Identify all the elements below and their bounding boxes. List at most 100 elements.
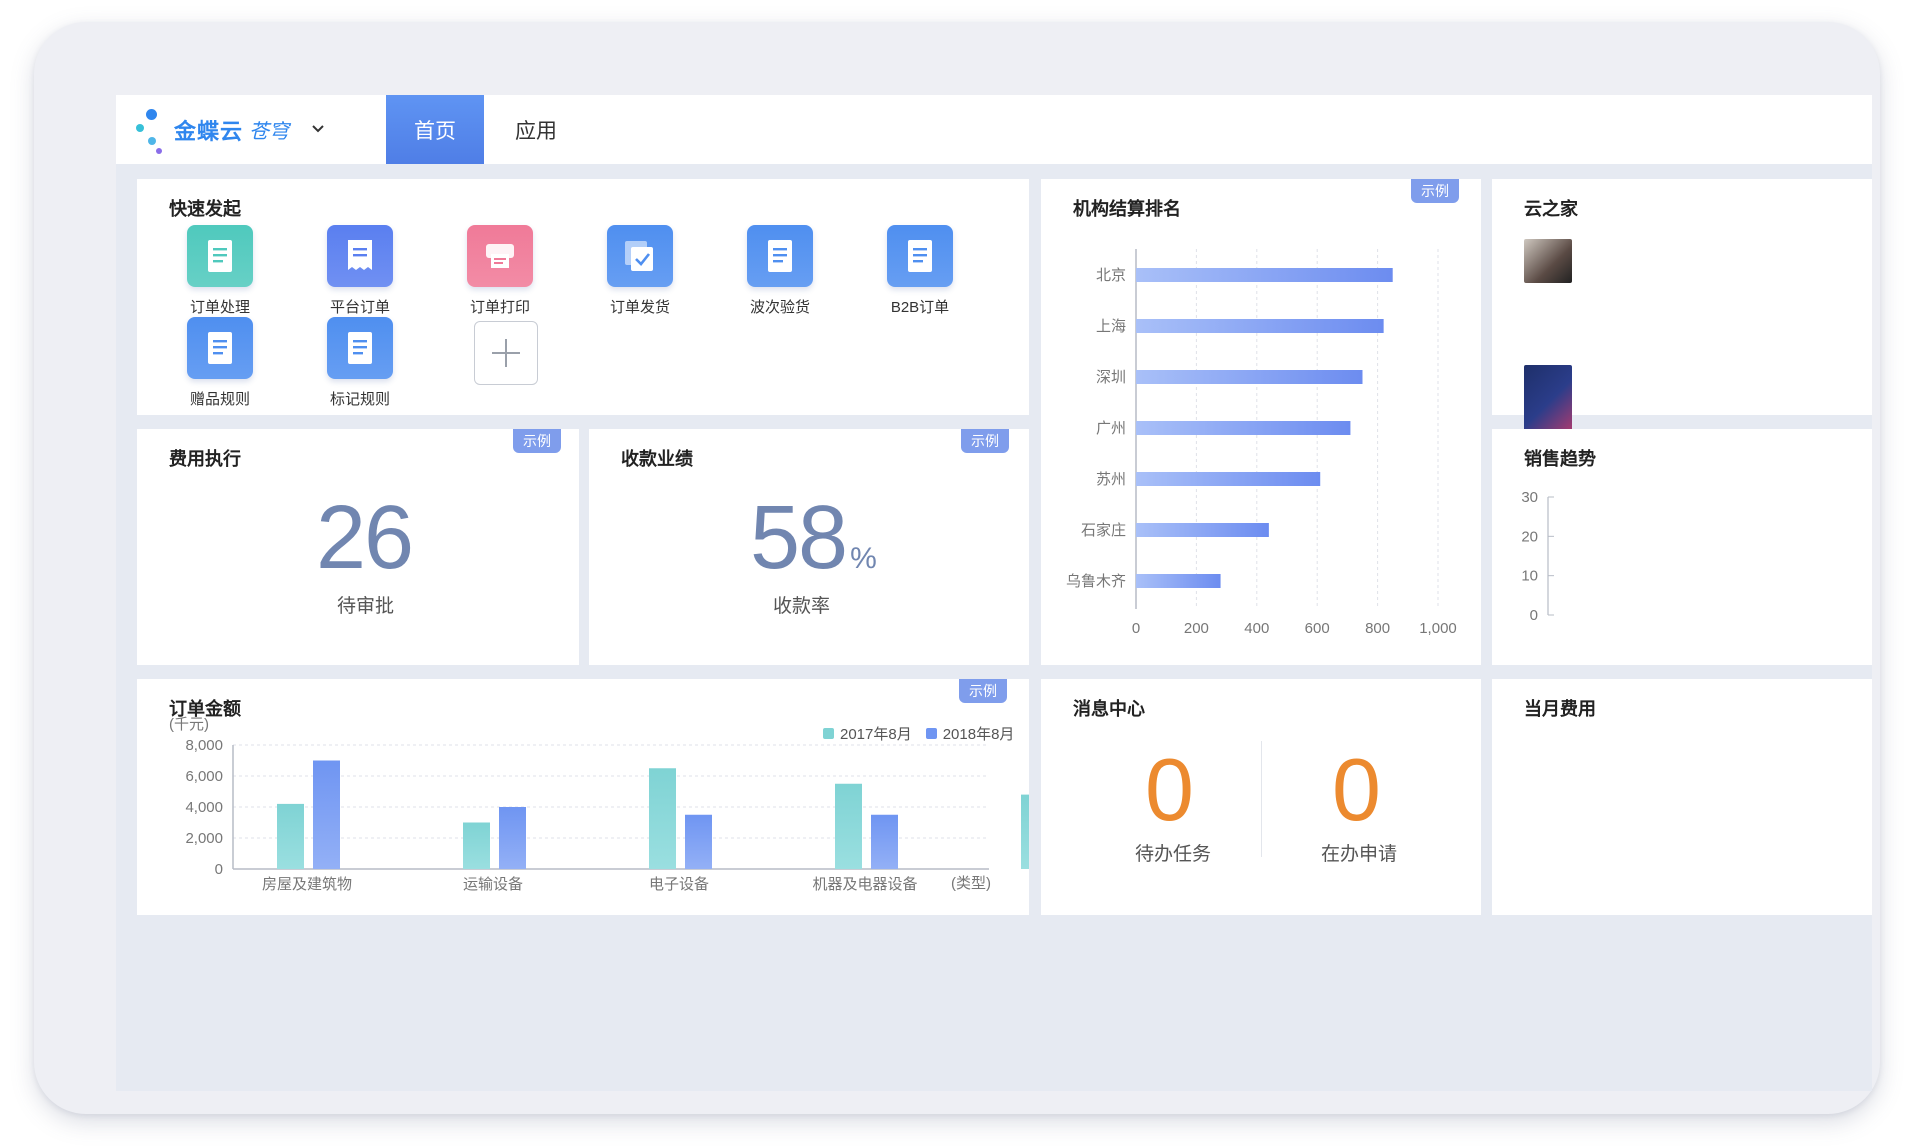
apply-label[interactable]: 在办申请 <box>1321 839 1397 866</box>
y-tick-label: 20 <box>1521 528 1538 545</box>
ranking-bar[interactable] <box>1136 370 1363 384</box>
x-category-label: 房屋及建筑物 <box>262 876 352 893</box>
y-tick-label: 30 <box>1521 489 1538 506</box>
sales-chart-axis: 30 20 10 0 <box>1521 489 1554 624</box>
x-category-label: 机器及电器设备 <box>812 876 917 893</box>
order-bar[interactable] <box>649 768 676 869</box>
ranking-bar[interactable] <box>1136 472 1321 486</box>
printer-icon <box>467 225 533 287</box>
message-center-card[interactable]: 消息中心 0 待办任务 0 在办申请 <box>1041 679 1481 915</box>
order-bar[interactable] <box>313 760 340 870</box>
category-label: 广州 <box>1096 420 1126 437</box>
shortcut-item[interactable]: 订单打印 <box>445 225 555 317</box>
y-tick-label: 6,000 <box>185 768 223 785</box>
sample-badge: 示例 <box>513 429 561 453</box>
category-label: 苏州 <box>1096 471 1126 488</box>
card-title: 快速发起 <box>169 199 241 219</box>
sample-badge: 示例 <box>961 429 1009 453</box>
x-tick-label: 600 <box>1305 620 1330 637</box>
order-amount-bar-chart: (千元) 8,000 6,000 4,000 2,000 0 房屋及建筑物 运输设备 电子设备 机… <box>169 716 1029 893</box>
expense-card[interactable]: 费用执行 示例 26 待审批 <box>137 429 579 665</box>
card-title: 费用执行 <box>169 449 241 469</box>
chevron-down-icon[interactable] <box>311 121 325 139</box>
ranking-bar[interactable] <box>1136 421 1351 435</box>
order-bar[interactable] <box>835 783 862 869</box>
card-title: 云之家 <box>1524 199 1578 219</box>
app-screen: 金蝶云 苍穹 首页 应用 快速发起 订单处理 平台订单 订单打印 订单发货 波次验货 B2… <box>116 95 1872 1091</box>
shortcut-item[interactable]: 波次验货 <box>725 225 835 317</box>
collection-rate-label: 收款率 <box>773 596 831 617</box>
order-bar[interactable] <box>277 803 304 869</box>
shortcut-item[interactable]: 订单处理 <box>165 225 275 317</box>
x-category-label: 运输设备 <box>463 876 523 893</box>
order-bar[interactable] <box>463 822 490 870</box>
news-thumbnail[interactable] <box>1524 239 1572 283</box>
pending-approval-count: 26 <box>316 488 414 588</box>
top-bar: 金蝶云 苍穹 首页 应用 <box>116 95 1872 164</box>
ranking-bar[interactable] <box>1136 268 1393 282</box>
document-icon <box>327 317 393 379</box>
plus-icon <box>474 321 538 385</box>
x-category-label: 电子设备 <box>649 876 709 893</box>
logo[interactable]: 金蝶云 苍穹 <box>134 103 325 156</box>
collection-rate-value: 58% <box>750 488 877 588</box>
shortcut-label: 赠品规则 <box>189 391 250 408</box>
x-tick-label: 0 <box>1132 620 1140 637</box>
category-label: 上海 <box>1096 318 1126 335</box>
sales-card[interactable]: 销售趋势 30 20 10 0 <box>1492 429 1872 665</box>
shortcut-item[interactable]: 订单发货 <box>585 225 695 317</box>
shortcut-item[interactable]: 平台订单 <box>305 225 415 317</box>
order-bar[interactable] <box>499 807 526 869</box>
category-label: 北京 <box>1096 267 1126 284</box>
ranking-bar[interactable] <box>1136 523 1269 537</box>
x-tick-label: 800 <box>1365 620 1390 637</box>
y-tick-label: 4,000 <box>185 799 223 816</box>
apply-count[interactable]: 0 <box>1332 739 1381 841</box>
category-label: 深圳 <box>1096 369 1126 386</box>
x-tick-label: 1,000 <box>1419 620 1457 637</box>
y-tick-label: 0 <box>1530 607 1538 624</box>
document-icon <box>747 225 813 287</box>
shortcut-label: 订单处理 <box>189 299 250 316</box>
shortcut-item[interactable]: B2B订单 <box>865 225 975 317</box>
ranking-bar[interactable] <box>1136 574 1221 588</box>
shortcut-label: B2B订单 <box>890 299 950 316</box>
quick-start-card: 快速发起 订单处理 平台订单 订单打印 订单发货 波次验货 B2B订单赠品规则 标记规则 <box>137 179 1029 415</box>
shortcut-item[interactable]: 标记规则 <box>305 317 415 409</box>
ranking-card[interactable]: 机构结算排名 示例 0 200 400 600 800 1,000 北京 上海 深圳 广州 苏州 石家… <box>1041 179 1481 665</box>
todo-label[interactable]: 待办任务 <box>1135 839 1211 866</box>
shortcut-label: 平台订单 <box>329 299 390 316</box>
order-bar[interactable] <box>685 814 712 869</box>
add-shortcut-button[interactable] <box>451 321 561 385</box>
ranking-bar[interactable] <box>1136 319 1384 333</box>
pending-approval-label: 待审批 <box>337 596 395 617</box>
device-frame: 金蝶云 苍穹 首页 应用 快速发起 订单处理 平台订单 订单打印 订单发货 波次验货 B2… <box>34 22 1880 1114</box>
x-tick-label: 400 <box>1244 620 1269 637</box>
todo-count[interactable]: 0 <box>1145 739 1194 841</box>
order-bar[interactable] <box>871 814 898 869</box>
shortcut-label: 订单打印 <box>469 299 530 316</box>
shortcut-label: 订单发货 <box>609 299 670 316</box>
collection-card[interactable]: 收款业绩 示例 58% 收款率 <box>589 429 1029 665</box>
cloud-card[interactable]: 云之家 <box>1492 179 1872 441</box>
monthly-card[interactable]: 当月费用 <box>1492 679 1872 915</box>
card-title: 消息中心 <box>1073 699 1145 719</box>
checklist-icon <box>607 225 673 287</box>
document-icon <box>887 225 953 287</box>
category-label: 石家庄 <box>1081 521 1126 539</box>
y-tick-label: 8,000 <box>185 737 223 754</box>
y-tick-label: 2,000 <box>185 830 223 847</box>
tab-home[interactable]: 首页 <box>386 95 484 164</box>
shortcut-label: 波次验货 <box>749 299 810 316</box>
tab-apps[interactable]: 应用 <box>496 95 576 164</box>
shortcut-item[interactable]: 赠品规则 <box>165 317 275 409</box>
x-unit-label: (类型) <box>951 875 991 892</box>
x-tick-label: 200 <box>1184 620 1209 637</box>
y-tick-label: 10 <box>1521 568 1538 585</box>
order-amount-card[interactable]: 订单金额 示例 2017年8月 2018年8月 (千元) 8,000 6,000 4,… <box>137 679 1029 915</box>
card-title: 收款业绩 <box>621 449 693 469</box>
logo-mark-icon <box>134 103 170 156</box>
logo-subtext: 苍穹 <box>249 121 290 143</box>
order-bar[interactable] <box>1021 794 1029 869</box>
shortcut-label: 标记规则 <box>329 391 390 408</box>
